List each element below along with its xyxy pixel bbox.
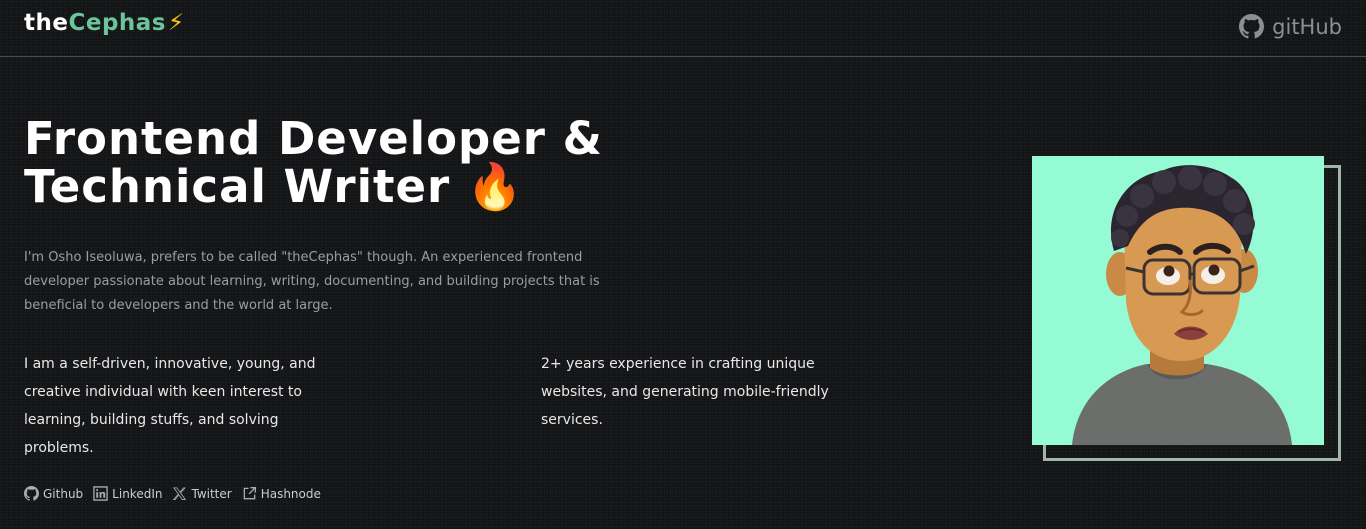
avatar — [1032, 156, 1324, 445]
about-column-1: I am a self-driven, innovative, young, a… — [24, 356, 316, 456]
github-icon — [1239, 14, 1265, 39]
social-link-twitter[interactable]: Twitter — [172, 486, 232, 501]
external-link-icon — [243, 487, 256, 500]
social-label-github: Github — [43, 486, 84, 501]
social-links: Github LinkedIn Twitter Hashnode — [24, 486, 321, 501]
site-logo[interactable]: the Cephas ⚡ — [24, 10, 185, 36]
social-label-twitter: Twitter — [191, 486, 232, 501]
github-nav-label: gitHub — [1272, 14, 1342, 39]
hero-title: Frontend Developer & Technical Writer 🔥 — [24, 112, 603, 213]
linkedin-icon — [93, 486, 108, 501]
memoji-avatar-image — [1072, 165, 1292, 445]
social-link-linkedin[interactable]: LinkedIn — [93, 486, 162, 501]
logo-text-the: the — [24, 10, 69, 36]
github-nav-link[interactable]: gitHub — [1239, 14, 1342, 39]
social-label-linkedin: LinkedIn — [112, 486, 163, 501]
github-icon — [24, 486, 39, 501]
about-column-2: 2+ years experience in crafting unique w… — [541, 356, 829, 428]
top-navbar: the Cephas ⚡ gitHub — [0, 0, 1366, 57]
logo-text-cephas: Cephas — [68, 10, 166, 36]
x-icon — [173, 487, 187, 501]
social-label-hashnode: Hashnode — [260, 486, 321, 501]
social-link-github[interactable]: Github — [24, 486, 83, 501]
lightning-bolt-icon: ⚡ — [168, 10, 185, 36]
social-link-hashnode[interactable]: Hashnode — [242, 486, 321, 501]
intro-paragraph: I'm Osho Iseoluwa, prefers to be called … — [24, 250, 600, 313]
